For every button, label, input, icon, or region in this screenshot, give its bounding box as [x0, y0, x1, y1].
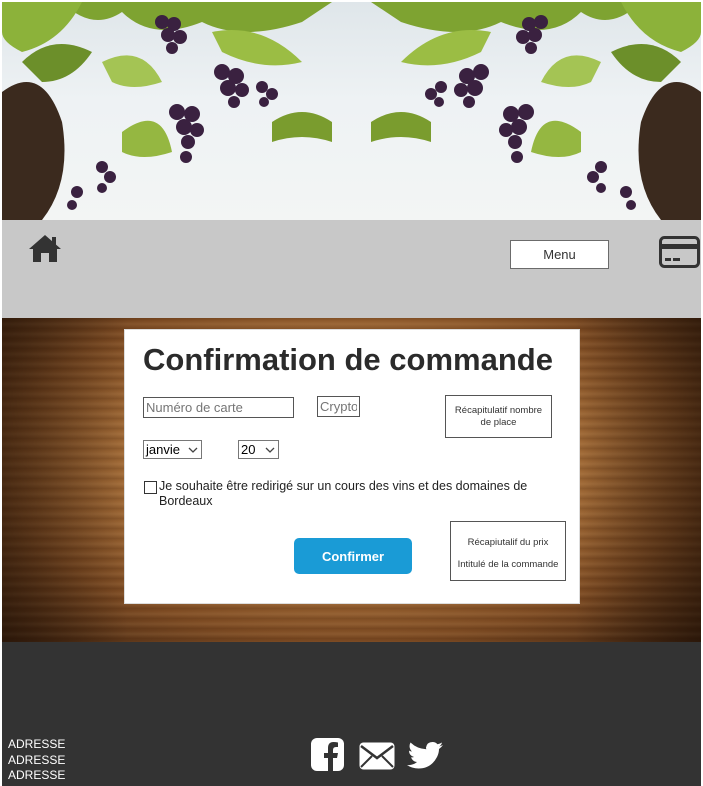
recap-places-box: Récapitulatif nombre de place — [445, 395, 552, 438]
year-select-value: 20 — [241, 442, 256, 457]
page-title: Confirmation de commande — [143, 342, 553, 377]
twitter-icon[interactable] — [406, 741, 444, 774]
recap-price-box: Récapiutalif du prix Intitulé de la comm… — [450, 521, 566, 581]
address-line: ADRESSE — [8, 737, 66, 751]
confirm-button[interactable]: Confirmer — [294, 538, 412, 574]
crypto-input[interactable] — [317, 396, 360, 417]
home-icon[interactable] — [28, 233, 62, 263]
footer: ADRESSE ADRESSE ADRESSE — [2, 642, 701, 786]
recap-places-text: Récapitulatif nombre de place — [454, 404, 543, 428]
chevron-down-icon — [188, 447, 198, 453]
address-line: ADRESSE — [8, 768, 66, 782]
order-title-text: Intitulé de la commande — [457, 559, 559, 570]
year-select[interactable]: 20 — [238, 440, 279, 459]
menu-button[interactable]: Menu — [510, 240, 609, 269]
wine-course-checkbox-label: Je souhaite être redirigé sur un cours d… — [159, 479, 528, 508]
credit-card-icon[interactable] — [659, 236, 700, 268]
wine-course-checkbox[interactable] — [144, 481, 157, 494]
order-form-panel: Confirmation de commande Récapitulatif n… — [124, 329, 580, 604]
navbar: Menu — [2, 220, 701, 318]
month-select[interactable]: janvie — [143, 440, 202, 459]
header-banner — [2, 2, 701, 220]
facebook-icon[interactable] — [311, 738, 344, 771]
grapevine-image-left — [2, 2, 332, 220]
recap-price-text: Récapiutalif du prix — [467, 537, 549, 548]
address-line: ADRESSE — [8, 752, 66, 767]
grapevine-image-right — [371, 2, 701, 220]
card-number-input[interactable] — [143, 397, 294, 418]
chevron-down-icon — [265, 447, 275, 453]
mail-icon[interactable] — [358, 741, 396, 771]
address-block: ADRESSE ADRESSE ADRESSE — [8, 737, 65, 784]
month-select-value: janvie — [146, 442, 180, 457]
